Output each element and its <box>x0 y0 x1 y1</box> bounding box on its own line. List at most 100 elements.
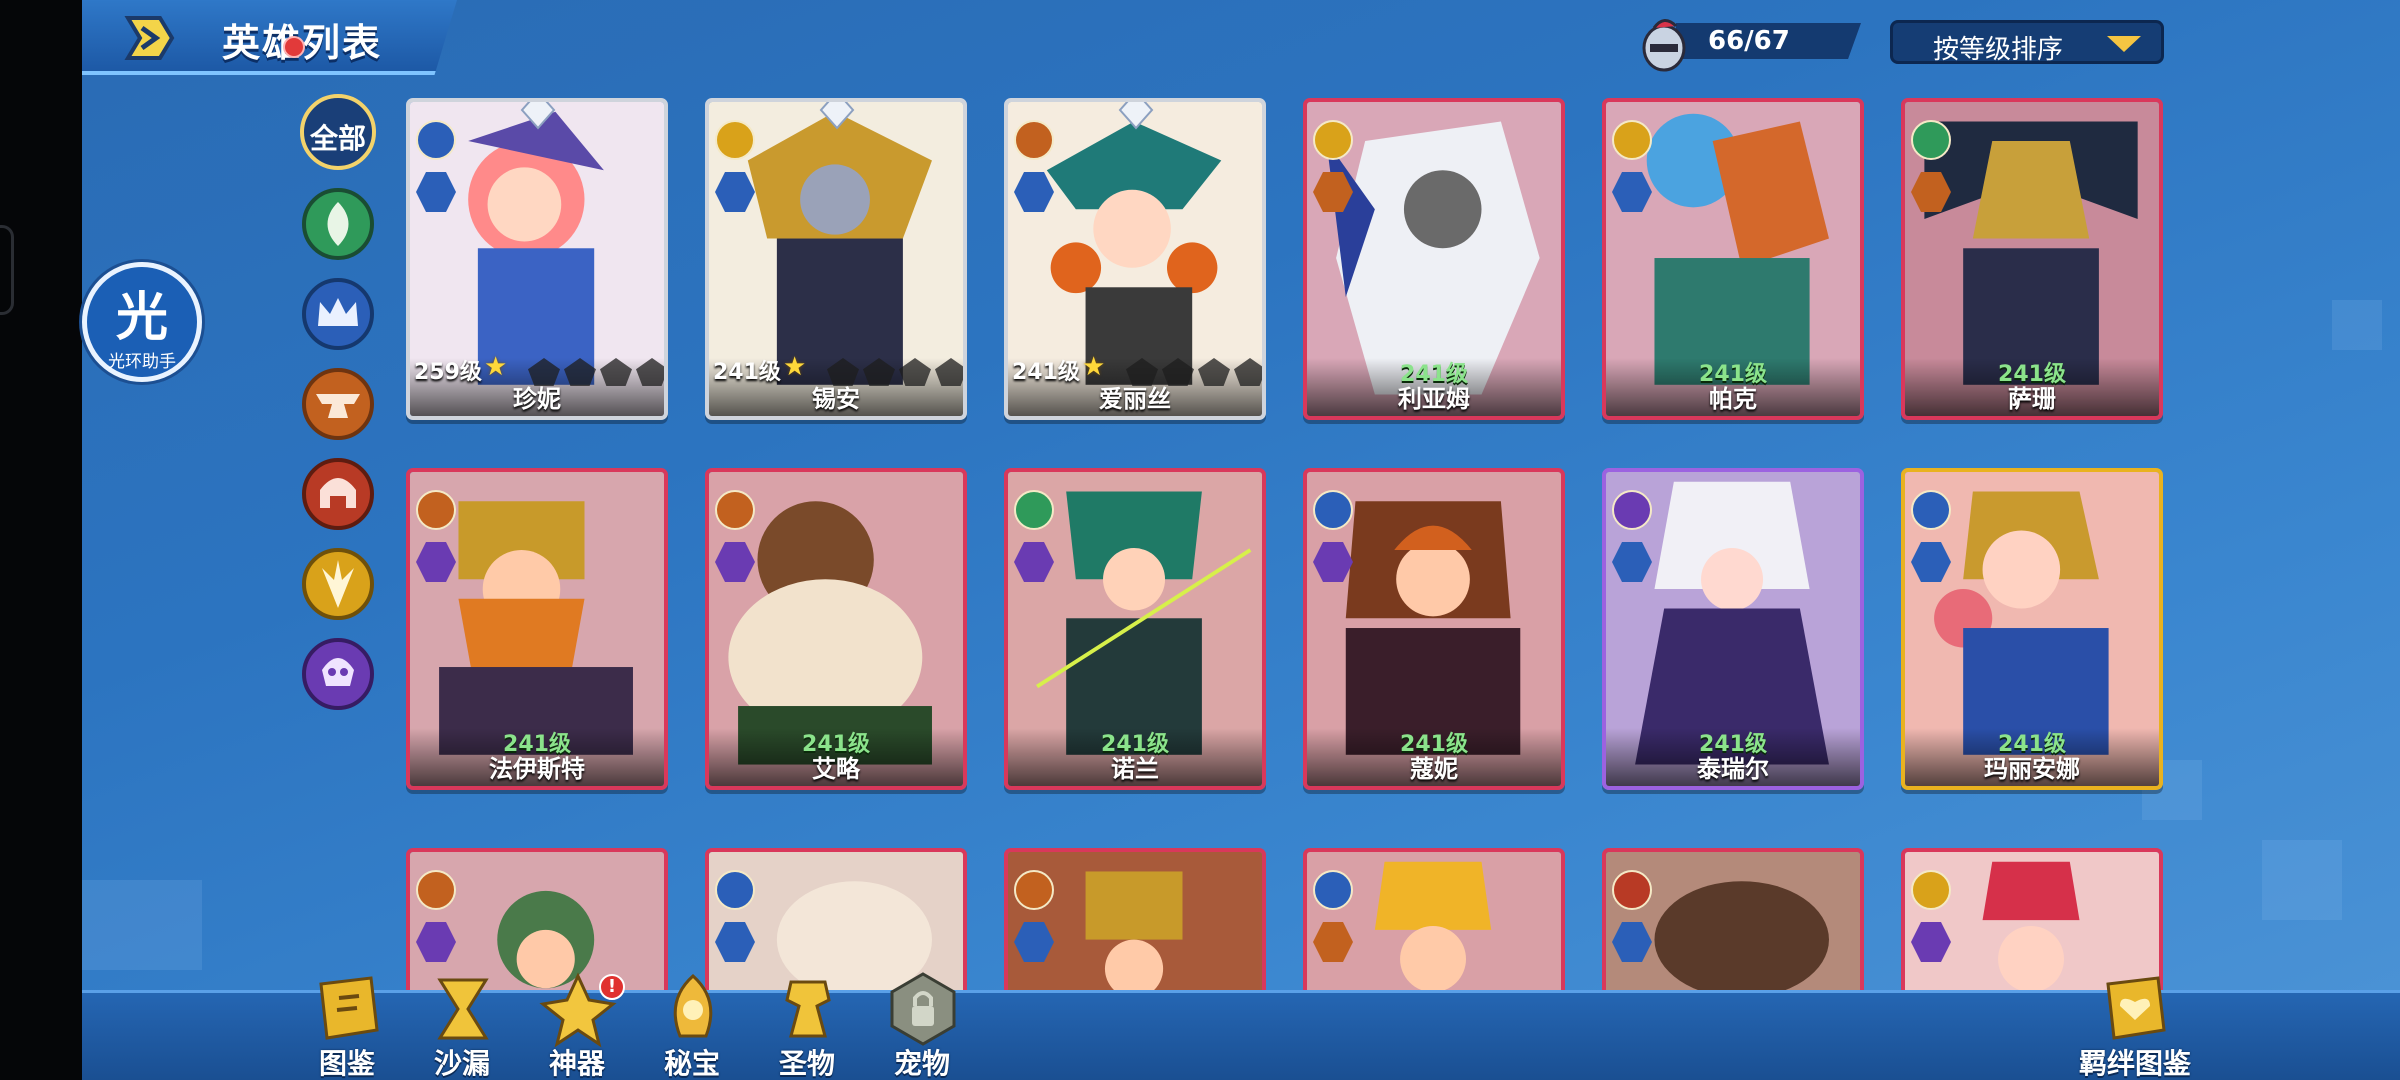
star-icon: ★ <box>783 352 807 382</box>
filter-light[interactable] <box>300 546 376 622</box>
nav-label: 宠物 <box>893 1047 950 1080</box>
filter-order[interactable] <box>300 276 376 352</box>
nav-codex[interactable]: 图鉴 <box>297 970 397 1080</box>
bezel-notch <box>0 225 14 315</box>
hero-name: 泰瑞尔 <box>1697 755 1769 783</box>
hero-count-text: 66/67 <box>1708 26 1790 56</box>
aura-helper-label: 光环助手 <box>108 352 176 372</box>
hero-name: 玛丽安娜 <box>1984 755 2080 783</box>
faction-badge <box>715 870 755 910</box>
aura-helper-button[interactable]: 光 光环助手 <box>82 262 202 382</box>
hero-name: 艾略 <box>812 755 860 783</box>
book-icon <box>319 976 379 1040</box>
faction-badge <box>1612 120 1652 160</box>
nav-label: 秘宝 <box>663 1047 720 1080</box>
back-icon[interactable] <box>120 12 180 64</box>
alert-badge: ! <box>599 974 625 1000</box>
faction-badge <box>1313 490 1353 530</box>
nav-label: 沙漏 <box>433 1047 490 1080</box>
hero-name: 锡安 <box>812 385 860 413</box>
filter-forge[interactable] <box>300 366 376 442</box>
anvil-faction-icon <box>302 368 374 440</box>
hero-card[interactable]: 241级 泰瑞尔 <box>1602 468 1864 790</box>
filter-all[interactable]: 全部 <box>300 94 376 170</box>
hero-card[interactable]: 241级 法伊斯特 <box>406 468 668 790</box>
faction-badge <box>1313 120 1353 160</box>
bond-book-icon <box>2106 976 2166 1040</box>
helmet-faction-icon <box>302 458 374 530</box>
faction-badge <box>416 870 456 910</box>
hero-name: 萨珊 <box>2008 385 2056 413</box>
faction-badge <box>1313 870 1353 910</box>
sort-dropdown-label: 按等级排序 <box>1933 35 2064 65</box>
nav-bond-codex[interactable]: 羁绊图鉴 <box>2070 970 2200 1080</box>
hero-card[interactable]: 241级 ★ 锡安 <box>705 98 967 420</box>
hero-card[interactable]: 241级 艾略 <box>705 468 967 790</box>
filter-war[interactable] <box>300 456 376 532</box>
faction-badge <box>1014 120 1054 160</box>
filter-shadow[interactable] <box>300 636 376 712</box>
nav-label: 神器 <box>548 1047 605 1080</box>
knight-helmet-icon <box>1642 19 1686 72</box>
gem-icon <box>1118 102 1154 130</box>
hero-name: 利亚姆 <box>1398 385 1470 413</box>
hero-card[interactable]: 241级 诺兰 <box>1004 468 1266 790</box>
crown-faction-icon <box>302 278 374 350</box>
hero-card[interactable] <box>1004 848 1266 998</box>
hero-card[interactable] <box>1303 848 1565 998</box>
chevron-down-icon <box>2107 36 2141 52</box>
nav-treasure[interactable]: 秘宝 <box>642 970 742 1080</box>
hero-card[interactable]: 241级 帕克 <box>1602 98 1864 420</box>
treasure-icon <box>673 973 713 1038</box>
hero-name: 爱丽丝 <box>1099 385 1171 413</box>
faction-badge <box>715 120 755 160</box>
filter-all-label: 全部 <box>309 122 366 155</box>
aura-helper-char: 光 <box>115 288 168 348</box>
nav-label: 羁绊图鉴 <box>2078 1047 2191 1080</box>
hero-card[interactable]: 259级 ★ 珍妮 <box>406 98 668 420</box>
nav-label: 圣物 <box>778 1047 835 1080</box>
hero-name: 诺兰 <box>1111 755 1159 783</box>
faction-badge <box>1911 870 1951 910</box>
faction-badge <box>1911 490 1951 530</box>
faction-badge <box>1014 870 1054 910</box>
pet-icon <box>890 972 956 1046</box>
hero-card[interactable]: 241级 玛丽安娜 <box>1901 468 2163 790</box>
title-bar: 英雄列表 <box>82 0 457 75</box>
hero-card[interactable]: 241级 蔻妮 <box>1303 468 1565 790</box>
nav-label: 图鉴 <box>318 1047 375 1080</box>
hero-card[interactable]: 241级 萨珊 <box>1901 98 2163 420</box>
star-icon: ★ <box>484 352 508 382</box>
hero-name: 珍妮 <box>513 385 561 413</box>
filter-nature[interactable] <box>300 186 376 262</box>
hourglass-icon <box>437 978 489 1040</box>
relic-icon <box>785 980 831 1038</box>
hero-name: 帕克 <box>1709 385 1757 413</box>
nav-hourglass[interactable]: 沙漏 <box>412 970 512 1080</box>
nav-artifact[interactable]: ! 神器 <box>527 970 627 1080</box>
notification-dot <box>283 36 305 58</box>
faction-badge <box>715 490 755 530</box>
hero-card[interactable] <box>1602 848 1864 998</box>
hero-card[interactable]: 241级 ★ 爱丽丝 <box>1004 98 1266 420</box>
faction-badge <box>1911 120 1951 160</box>
sort-dropdown[interactable]: 按等级排序 <box>1890 20 2164 65</box>
trident-faction-icon <box>302 548 374 620</box>
faction-badge <box>1014 490 1054 530</box>
faction-badge <box>1612 490 1652 530</box>
faction-badge <box>416 490 456 530</box>
hero-name: 蔻妮 <box>1410 755 1458 783</box>
hero-name: 法伊斯特 <box>489 755 585 783</box>
gem-icon <box>819 102 855 130</box>
gem-icon <box>520 102 556 130</box>
hero-count: 66/67 <box>1636 16 1861 72</box>
faction-badge <box>416 120 456 160</box>
screen-bezel <box>0 0 82 1080</box>
hero-card[interactable]: 241级 利亚姆 <box>1303 98 1565 420</box>
nav-pet[interactable]: 宠物 <box>872 970 972 1080</box>
leaf-faction-icon <box>302 188 374 260</box>
star-icon: ★ <box>1082 352 1106 382</box>
faction-badge <box>1612 870 1652 910</box>
skull-faction-icon <box>302 638 374 710</box>
nav-relic[interactable]: 圣物 <box>757 970 857 1080</box>
